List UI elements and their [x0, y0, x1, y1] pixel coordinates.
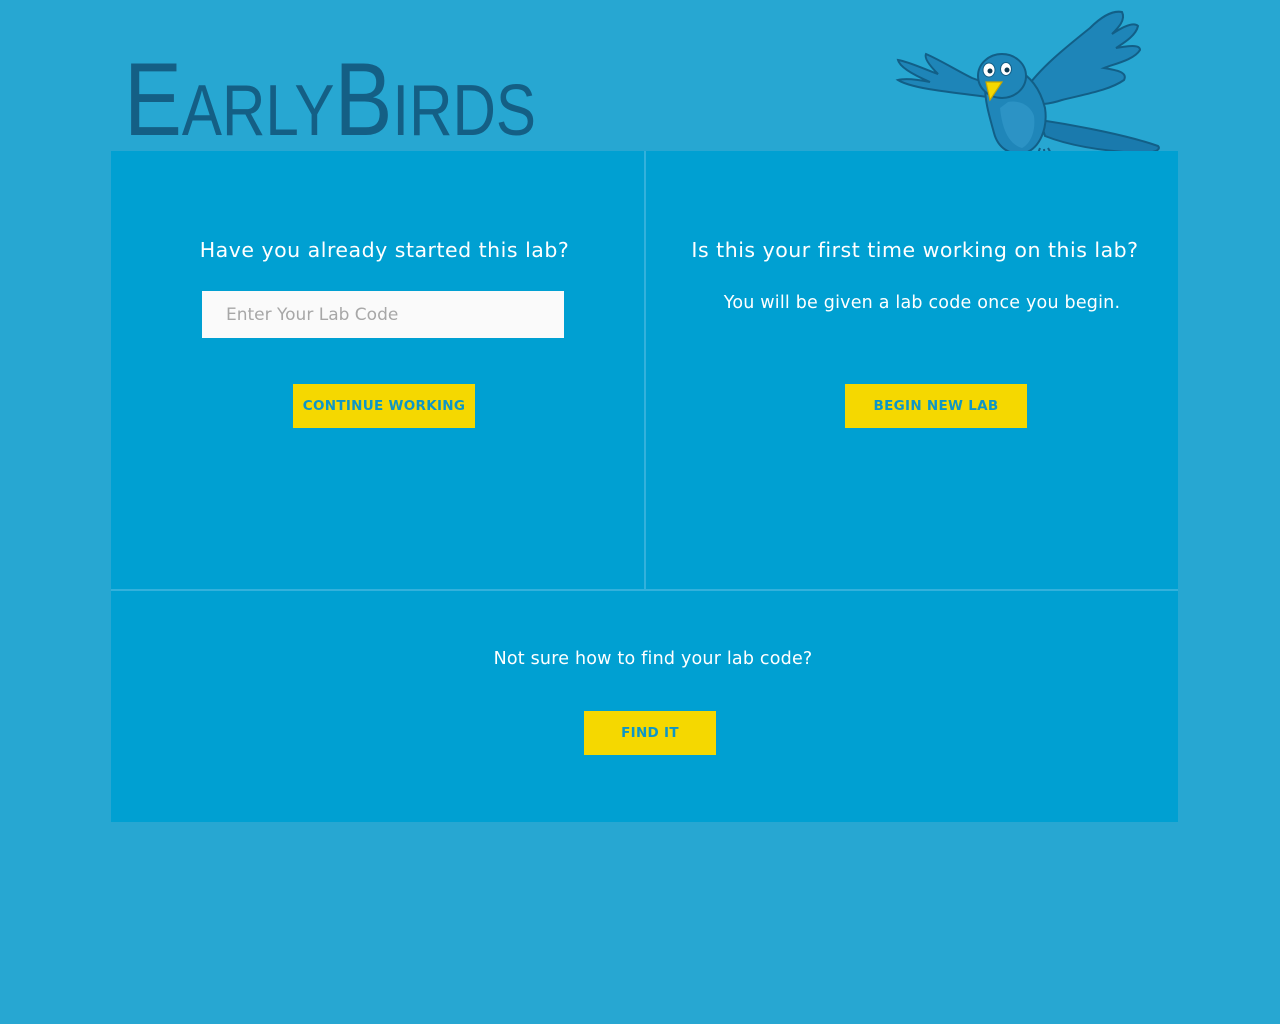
lab-access-card: Have you already started this lab? CONTI…	[111, 151, 1178, 822]
earlybirds-logo[interactable]: EARLYBIRDS	[124, 30, 544, 145]
new-lab-description: You will be given a lab code once you be…	[723, 293, 1121, 313]
continue-working-button[interactable]: CONTINUE WORKING	[293, 384, 475, 428]
new-lab-panel: Is this your first time working on this …	[646, 151, 1178, 589]
header: EARLYBIRDS	[0, 0, 1280, 162]
lab-code-input[interactable]	[202, 291, 564, 338]
logo-text: EARLYBIRDS	[124, 42, 536, 145]
find-code-help-text: Not sure how to find your lab code?	[493, 649, 813, 669]
find-it-button[interactable]: FIND IT	[584, 711, 716, 755]
bluebird-mascot-icon	[895, 10, 1160, 162]
continue-lab-title: Have you already started this lab?	[199, 238, 570, 262]
new-lab-title: Is this your first time working on this …	[691, 238, 1139, 262]
find-code-panel: Not sure how to find your lab code? FIND…	[111, 591, 1178, 822]
continue-lab-panel: Have you already started this lab? CONTI…	[111, 151, 644, 589]
begin-new-lab-button[interactable]: BEGIN NEW LAB	[845, 384, 1027, 428]
